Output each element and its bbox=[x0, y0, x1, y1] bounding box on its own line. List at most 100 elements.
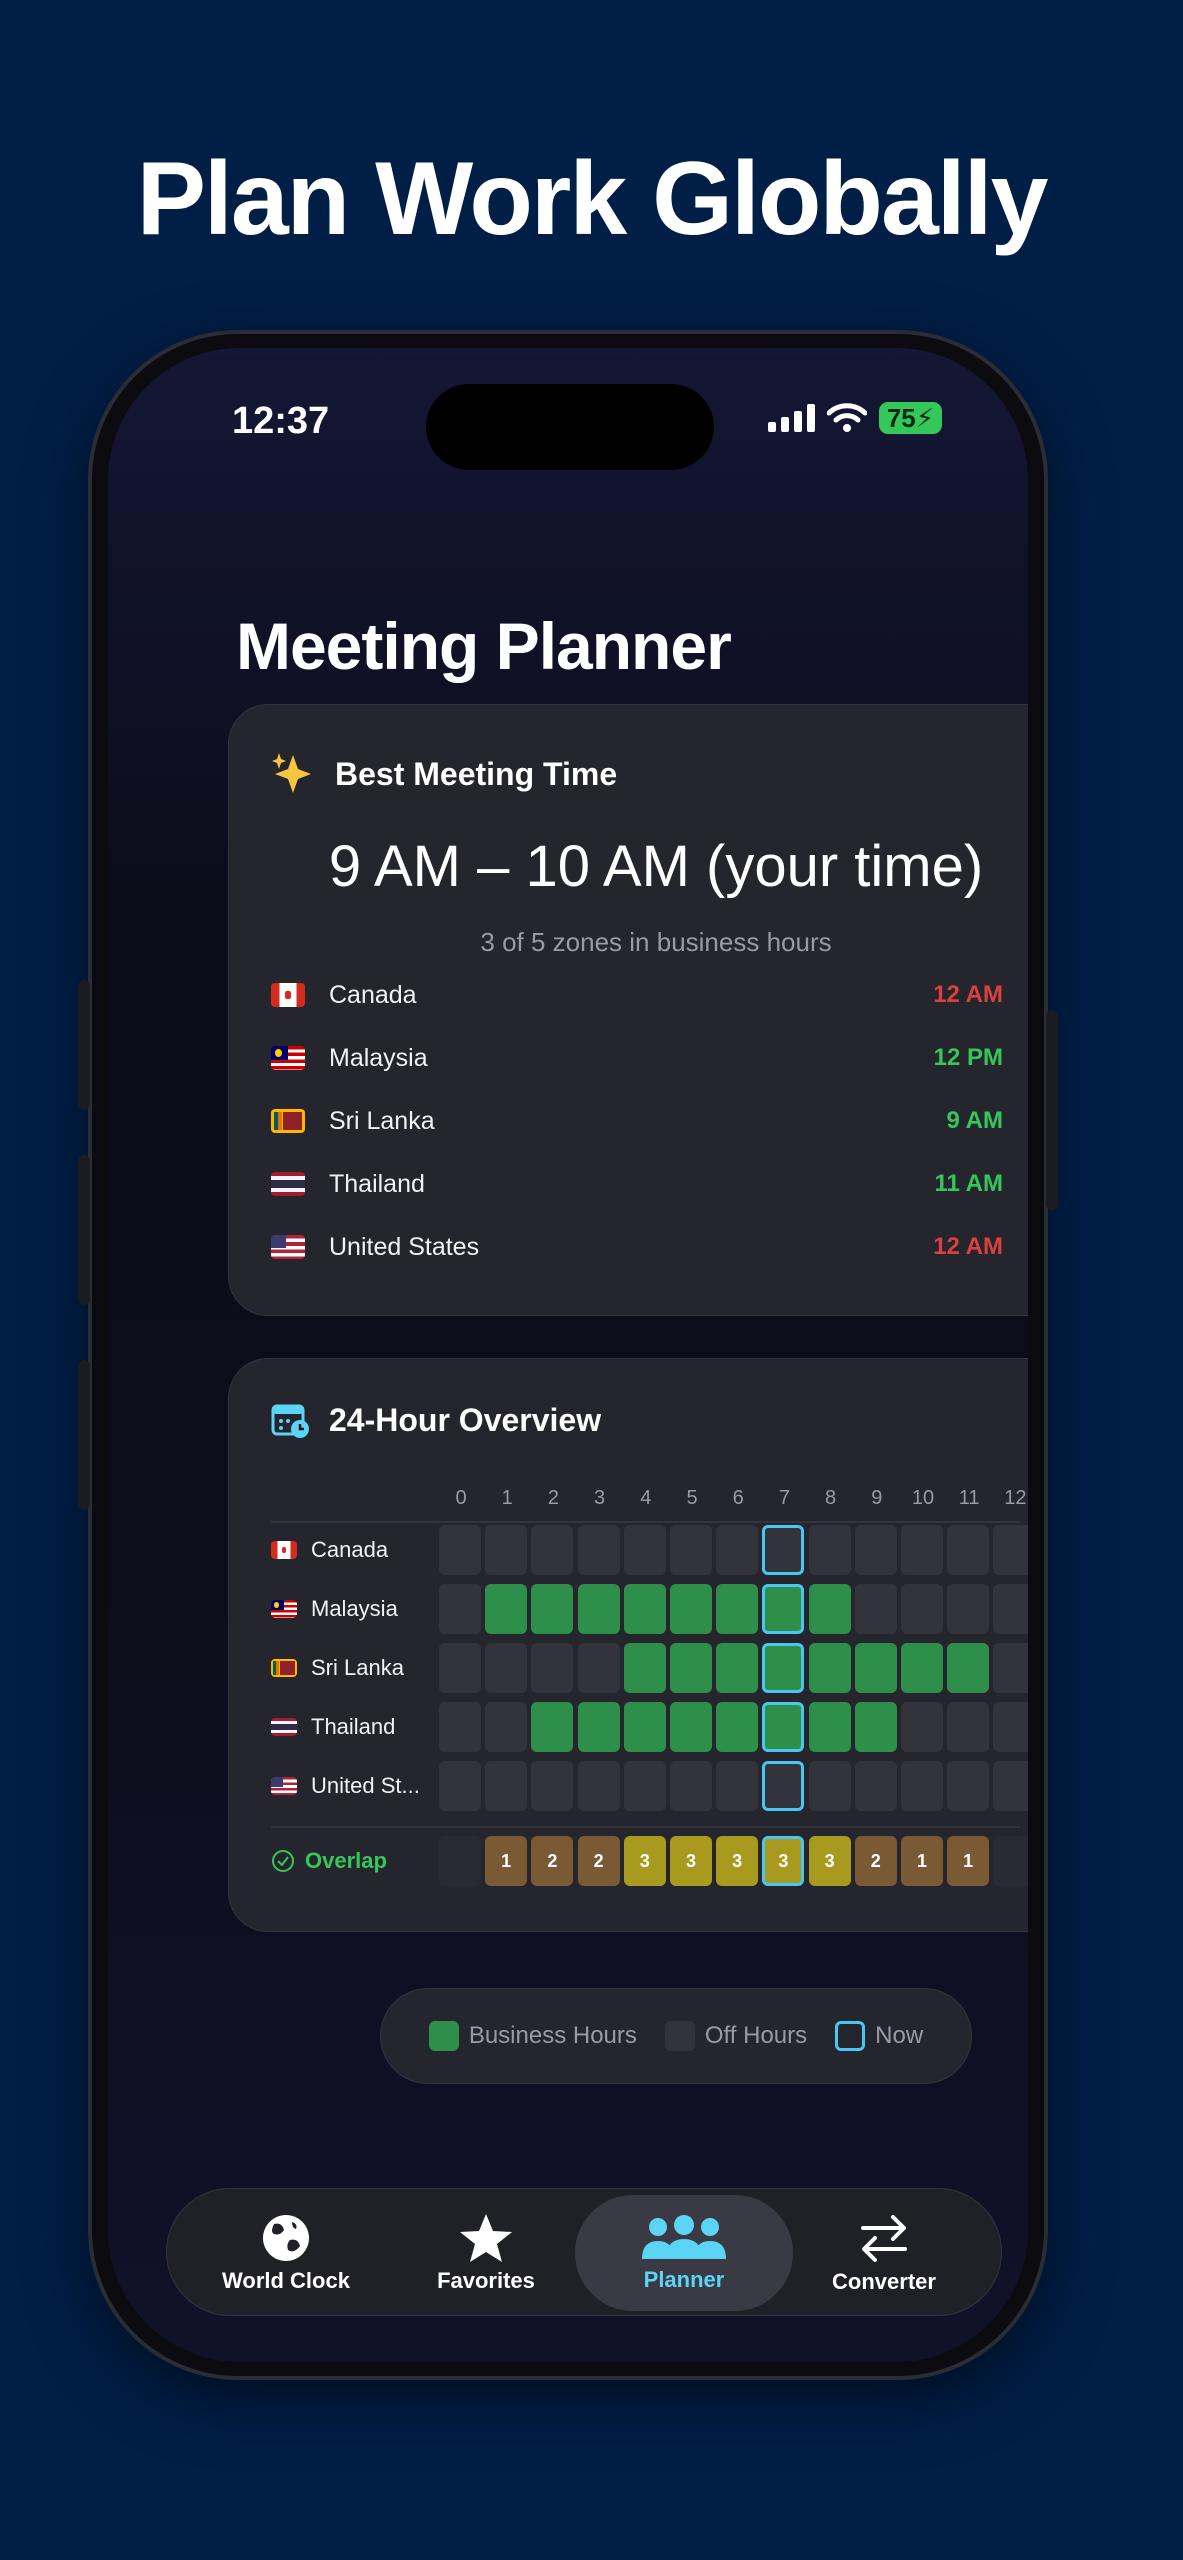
tab-planner[interactable]: Planner bbox=[575, 2195, 793, 2311]
hour-cell[interactable] bbox=[531, 1702, 574, 1752]
hour-cell[interactable] bbox=[947, 1702, 990, 1752]
hour-cell[interactable] bbox=[993, 1525, 1028, 1575]
hour-cell[interactable] bbox=[439, 1761, 481, 1811]
hour-cell[interactable] bbox=[716, 1702, 759, 1752]
hour-cell[interactable] bbox=[947, 1584, 990, 1634]
hour-cell[interactable] bbox=[670, 1643, 712, 1693]
zone-time: 12 PM bbox=[933, 1044, 1003, 1071]
overlap-cell[interactable]: 2 bbox=[854, 1836, 897, 1886]
hour-cell[interactable] bbox=[808, 1584, 851, 1634]
legend-off-label: Off Hours bbox=[704, 2022, 808, 2049]
hour-cell[interactable] bbox=[808, 1525, 851, 1575]
overlap-cell[interactable]: 3 bbox=[808, 1836, 851, 1886]
hour-cell[interactable] bbox=[716, 1584, 759, 1634]
tab-bar: World Clock Favorites Planner Converter bbox=[166, 2188, 1002, 2316]
tab-favorites[interactable]: Favorites bbox=[377, 2195, 595, 2311]
overlap-cell[interactable]: 3 bbox=[623, 1836, 666, 1886]
hour-cell[interactable] bbox=[623, 1525, 666, 1575]
overlap-cell[interactable]: 1 bbox=[485, 1836, 528, 1886]
hour-cell[interactable] bbox=[808, 1702, 851, 1752]
hour-cell[interactable] bbox=[901, 1702, 943, 1752]
hour-cell[interactable] bbox=[485, 1584, 528, 1634]
hour-cell[interactable] bbox=[854, 1525, 897, 1575]
hour-cell[interactable] bbox=[854, 1584, 897, 1634]
hour-cell[interactable] bbox=[439, 1702, 481, 1752]
hour-cell[interactable] bbox=[762, 1525, 805, 1575]
zone-name: Sri Lanka bbox=[329, 1106, 435, 1135]
hour-cell[interactable] bbox=[901, 1584, 943, 1634]
hour-cell[interactable] bbox=[993, 1643, 1028, 1693]
hour-cell[interactable] bbox=[577, 1525, 620, 1575]
hour-cell[interactable] bbox=[947, 1525, 990, 1575]
hour-cell[interactable] bbox=[854, 1761, 897, 1811]
hour-cell[interactable] bbox=[577, 1702, 620, 1752]
now-swatch bbox=[835, 2021, 866, 2051]
hour-cell[interactable] bbox=[623, 1584, 666, 1634]
hour-cell[interactable] bbox=[947, 1643, 990, 1693]
hour-cell[interactable] bbox=[531, 1643, 574, 1693]
overlap-cell[interactable]: 1 bbox=[947, 1836, 990, 1886]
hour-cell[interactable] bbox=[993, 1761, 1028, 1811]
hour-cell[interactable] bbox=[623, 1761, 666, 1811]
tab-label: Converter bbox=[832, 2269, 936, 2294]
arrows-icon bbox=[861, 2215, 907, 2262]
hour-cell[interactable] bbox=[670, 1702, 712, 1752]
hour-cell[interactable] bbox=[439, 1525, 481, 1575]
tab-label: Planner bbox=[643, 2267, 725, 2292]
volume-up-button bbox=[78, 1155, 90, 1305]
overlap-cell[interactable]: 3 bbox=[716, 1836, 759, 1886]
hour-cell[interactable] bbox=[762, 1643, 805, 1693]
overlap-cell[interactable]: 2 bbox=[531, 1836, 574, 1886]
overlap-cell[interactable] bbox=[439, 1836, 481, 1886]
hour-cell[interactable] bbox=[716, 1643, 759, 1693]
hour-cell[interactable] bbox=[670, 1584, 712, 1634]
hour-cell[interactable] bbox=[716, 1761, 759, 1811]
off-swatch bbox=[664, 2021, 695, 2051]
hour-cell[interactable] bbox=[623, 1702, 666, 1752]
hour-cell[interactable] bbox=[901, 1643, 943, 1693]
hour-cell[interactable] bbox=[670, 1761, 712, 1811]
row-label: Thailand bbox=[271, 1702, 431, 1752]
hour-cell[interactable] bbox=[485, 1525, 528, 1575]
hour-cell[interactable] bbox=[854, 1702, 897, 1752]
hour-cell[interactable] bbox=[808, 1643, 851, 1693]
hour-cell[interactable] bbox=[762, 1761, 805, 1811]
row-label: Malaysia bbox=[271, 1584, 431, 1634]
hour-cell[interactable] bbox=[439, 1643, 481, 1693]
hour-cell[interactable] bbox=[531, 1584, 574, 1634]
hour-cell[interactable] bbox=[670, 1525, 712, 1575]
hour-cell[interactable] bbox=[439, 1584, 481, 1634]
overlap-cell[interactable] bbox=[993, 1836, 1028, 1886]
hour-cell[interactable] bbox=[485, 1761, 528, 1811]
hour-cell[interactable] bbox=[577, 1643, 620, 1693]
overlap-cell[interactable]: 3 bbox=[762, 1836, 805, 1886]
hour-cell[interactable] bbox=[485, 1643, 528, 1693]
overlap-cell[interactable]: 2 bbox=[577, 1836, 620, 1886]
hour-label: 12 bbox=[1004, 1487, 1027, 1509]
hour-cell[interactable] bbox=[577, 1761, 620, 1811]
overlap-cell[interactable]: 1 bbox=[901, 1836, 943, 1886]
tab-converter[interactable]: Converter bbox=[775, 2195, 993, 2311]
overlap-cell[interactable]: 3 bbox=[670, 1836, 712, 1886]
hour-cell[interactable] bbox=[993, 1584, 1028, 1634]
hour-cell[interactable] bbox=[947, 1761, 990, 1811]
hour-cell[interactable] bbox=[623, 1643, 666, 1693]
hour-cell[interactable] bbox=[762, 1702, 805, 1752]
hour-cell[interactable] bbox=[485, 1702, 528, 1752]
malaysia-flag-icon bbox=[271, 1600, 297, 1618]
tab-world-clock[interactable]: World Clock bbox=[177, 2195, 395, 2311]
hour-cell[interactable] bbox=[531, 1525, 574, 1575]
hour-cell[interactable] bbox=[901, 1761, 943, 1811]
hour-label: 3 bbox=[594, 1487, 606, 1509]
overview-grid: 0 1 2 3 4 5 6 7 8 9 10 11 12 Canada Malaysia Sri Lanka T… bbox=[229, 1359, 1028, 1933]
row-label-text: Canada bbox=[311, 1537, 389, 1562]
hour-cell[interactable] bbox=[531, 1761, 574, 1811]
hour-cell[interactable] bbox=[808, 1761, 851, 1811]
hour-cell[interactable] bbox=[854, 1643, 897, 1693]
hour-cell[interactable] bbox=[993, 1702, 1028, 1752]
hour-cell[interactable] bbox=[762, 1584, 805, 1634]
hour-cell[interactable] bbox=[716, 1525, 759, 1575]
zone-row: Canada 12 AM bbox=[271, 975, 1028, 1015]
hour-cell[interactable] bbox=[901, 1525, 943, 1575]
hour-cell[interactable] bbox=[577, 1584, 620, 1634]
